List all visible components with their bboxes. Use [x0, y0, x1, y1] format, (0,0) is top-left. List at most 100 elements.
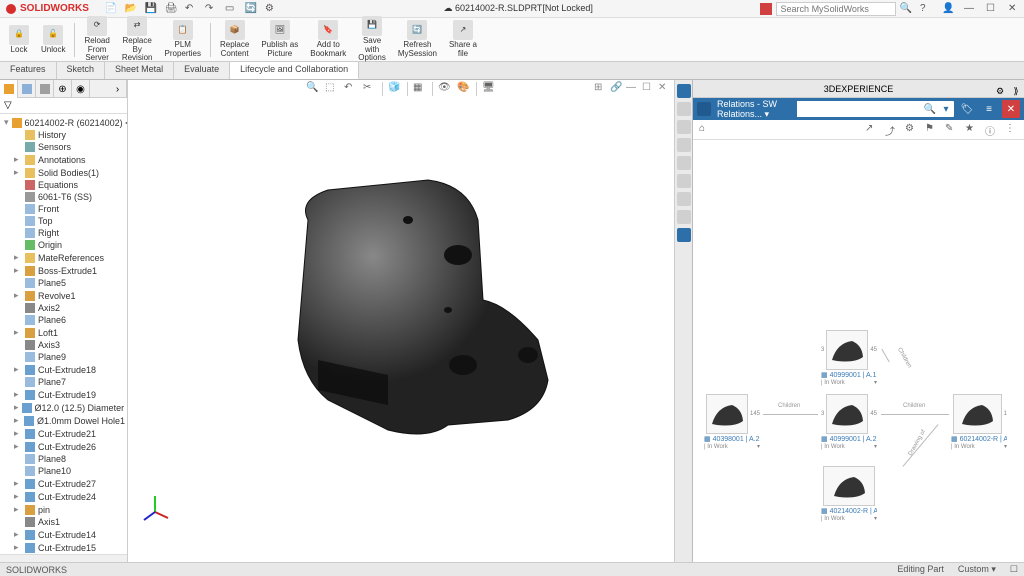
rebuild-icon[interactable]: 🔄	[245, 3, 257, 15]
previous-view-icon[interactable]: ↶	[344, 82, 358, 96]
tree-item[interactable]: ▸pin	[0, 503, 127, 516]
maximize-icon[interactable]: ☐	[986, 3, 998, 15]
tree-item[interactable]: ▸MateReferences	[0, 251, 127, 264]
edit-appearance-icon[interactable]: 🎨	[457, 82, 471, 96]
star-action-icon[interactable]: ★	[965, 123, 978, 136]
panel-collapse-icon[interactable]: ⟫	[1010, 82, 1022, 94]
tree-item[interactable]: Plane5	[0, 277, 127, 289]
tree-filter[interactable]: ▽	[0, 98, 127, 114]
tree-scrollbar[interactable]	[0, 554, 127, 562]
share-file-button[interactable]: ↗Share a file	[444, 19, 482, 60]
viewport-min-icon[interactable]: —	[626, 82, 638, 94]
tree-item[interactable]: ▸Cut-Extrude15	[0, 541, 127, 554]
share-action-icon[interactable]: ↗	[865, 123, 878, 136]
panel-search-input[interactable]	[797, 101, 922, 117]
tree-tab-property[interactable]	[18, 80, 36, 98]
plm-properties-button[interactable]: 📋PLM Properties	[160, 19, 206, 60]
file-explorer-tab-icon[interactable]	[677, 138, 691, 152]
relation-graph[interactable]: Children Children Children Drawing of 3 …	[693, 140, 1024, 562]
tree-tab-config[interactable]	[36, 80, 54, 98]
panel-search-dropdown-icon[interactable]: ▾	[938, 104, 954, 115]
tab-sketch[interactable]: Sketch	[57, 62, 106, 79]
tree-item[interactable]: Top	[0, 215, 127, 227]
chevron-down-icon[interactable]: ▾	[757, 443, 760, 450]
home-tab-icon[interactable]	[677, 84, 691, 98]
view-orientation-icon[interactable]: 🧊	[388, 82, 402, 96]
chevron-down-icon[interactable]: ▾	[874, 443, 877, 450]
graph-node[interactable]: 145 ▦ 40398001 | A.2 | In Work ▾	[704, 394, 760, 450]
status-custom[interactable]: Custom ▾	[958, 564, 996, 575]
panel-close-icon[interactable]: ✕	[1002, 100, 1020, 118]
tree-item[interactable]: Plane9	[0, 351, 127, 363]
tab-sheet-metal[interactable]: Sheet Metal	[105, 62, 174, 79]
reload-button[interactable]: ⟳Reload From Server	[79, 15, 114, 64]
display-style-icon[interactable]: ▦	[413, 82, 427, 96]
open-icon[interactable]: 📂	[125, 3, 137, 15]
tree-item[interactable]: Front	[0, 203, 127, 215]
chevron-down-icon[interactable]: ▾	[874, 379, 877, 386]
tree-tab-dimxpert[interactable]: ⊕	[54, 80, 72, 98]
tree-item[interactable]: Origin	[0, 239, 127, 251]
publish-picture-button[interactable]: 🖼Publish as Picture	[256, 19, 303, 60]
flag-action-icon[interactable]: ⚑	[925, 123, 938, 136]
forum-tab-icon[interactable]	[677, 210, 691, 224]
custom-props-tab-icon[interactable]	[677, 192, 691, 206]
relations-dropdown[interactable]: Relations - SW Relations... ▾	[715, 99, 793, 120]
user-icon[interactable]: 👤	[942, 3, 954, 15]
print-icon[interactable]: 🖨	[165, 3, 177, 15]
replace-content-button[interactable]: 📦Replace Content	[215, 19, 254, 60]
graph-node[interactable]: 3 45 ▦ 40999001 | A.2 | In Work ▾	[821, 394, 877, 450]
graphics-viewport[interactable]: 🔍 ⬚ ↶ ✂ 🧊 ▦ 👁 🎨 🖥 ⊞ 🔗 — ☐ ✕	[128, 80, 674, 562]
new-icon[interactable]: 📄	[105, 3, 117, 15]
tab-lifecycle[interactable]: Lifecycle and Collaboration	[230, 62, 359, 79]
tree-item[interactable]: ▸Annotations	[0, 153, 127, 166]
chevron-down-icon[interactable]: ▾	[874, 515, 877, 522]
close-icon[interactable]: ✕	[1008, 3, 1020, 15]
design-library-tab-icon[interactable]	[677, 120, 691, 134]
tree-item[interactable]: ▸Cut-Extrude27	[0, 477, 127, 490]
save-options-button[interactable]: 💾Save with Options	[353, 15, 391, 64]
tree-item[interactable]: ▸Cut-Extrude14	[0, 528, 127, 541]
tree-item[interactable]: Axis1	[0, 516, 127, 528]
appearances-tab-icon[interactable]	[677, 174, 691, 188]
hide-show-icon[interactable]: 👁	[438, 82, 452, 96]
tree-expand-icon[interactable]: ›	[109, 80, 127, 98]
status-icon[interactable]: ☐	[1010, 564, 1018, 575]
viewport-close-icon[interactable]: ✕	[658, 82, 670, 94]
tree-item[interactable]: ▸Cut-Extrude24	[0, 490, 127, 503]
viewport-max-icon[interactable]: ☐	[642, 82, 654, 94]
add-bookmark-button[interactable]: 🔖Add to Bookmark	[305, 19, 351, 60]
tree-tab-design[interactable]	[0, 80, 18, 98]
tab-evaluate[interactable]: Evaluate	[174, 62, 230, 79]
tree-item[interactable]: Sensors	[0, 141, 127, 153]
tree-item[interactable]: Plane6	[0, 314, 127, 326]
tree-item[interactable]: Plane8	[0, 453, 127, 465]
tree-item[interactable]: ▸Cut-Extrude18	[0, 363, 127, 376]
options-icon[interactable]: ⚙	[265, 3, 277, 15]
tag-icon[interactable]: 🏷	[958, 100, 976, 118]
edit-action-icon[interactable]: ✎	[945, 123, 958, 136]
tree-item[interactable]: Axis2	[0, 302, 127, 314]
tab-features[interactable]: Features	[0, 62, 57, 79]
compass-icon[interactable]	[697, 102, 711, 116]
view-palette-tab-icon[interactable]	[677, 156, 691, 170]
zoom-fit-icon[interactable]: 🔍	[306, 82, 320, 96]
notification-icon[interactable]	[760, 3, 772, 15]
graph-node[interactable]: ▦ 40214002-R | A. | In Work ▾	[821, 466, 877, 522]
section-view-icon[interactable]: ✂	[363, 82, 377, 96]
tree-item[interactable]: ▸Cut-Extrude26	[0, 440, 127, 453]
tree-item[interactable]: ▸Cut-Extrude19	[0, 388, 127, 401]
tree-item[interactable]: ▸Loft1	[0, 326, 127, 339]
unlock-button[interactable]: 🔓Unlock	[36, 24, 70, 56]
search-input[interactable]	[776, 2, 896, 16]
help-icon[interactable]: ?	[920, 3, 932, 15]
tree-item[interactable]: ▸Ø12.0 (12.5) Diameter Hole1	[0, 401, 127, 414]
tree-item[interactable]: ▸Ø1.0mm Dowel Hole1	[0, 414, 127, 427]
lock-button[interactable]: 🔒Lock	[4, 24, 34, 56]
cloud-tab-icon[interactable]	[677, 228, 691, 242]
tree-item[interactable]: Axis3	[0, 339, 127, 351]
resources-tab-icon[interactable]	[677, 102, 691, 116]
tree-item[interactable]: Plane7	[0, 376, 127, 388]
apply-scene-icon[interactable]: 🖥	[482, 82, 496, 96]
tree-item[interactable]: Plane10	[0, 465, 127, 477]
